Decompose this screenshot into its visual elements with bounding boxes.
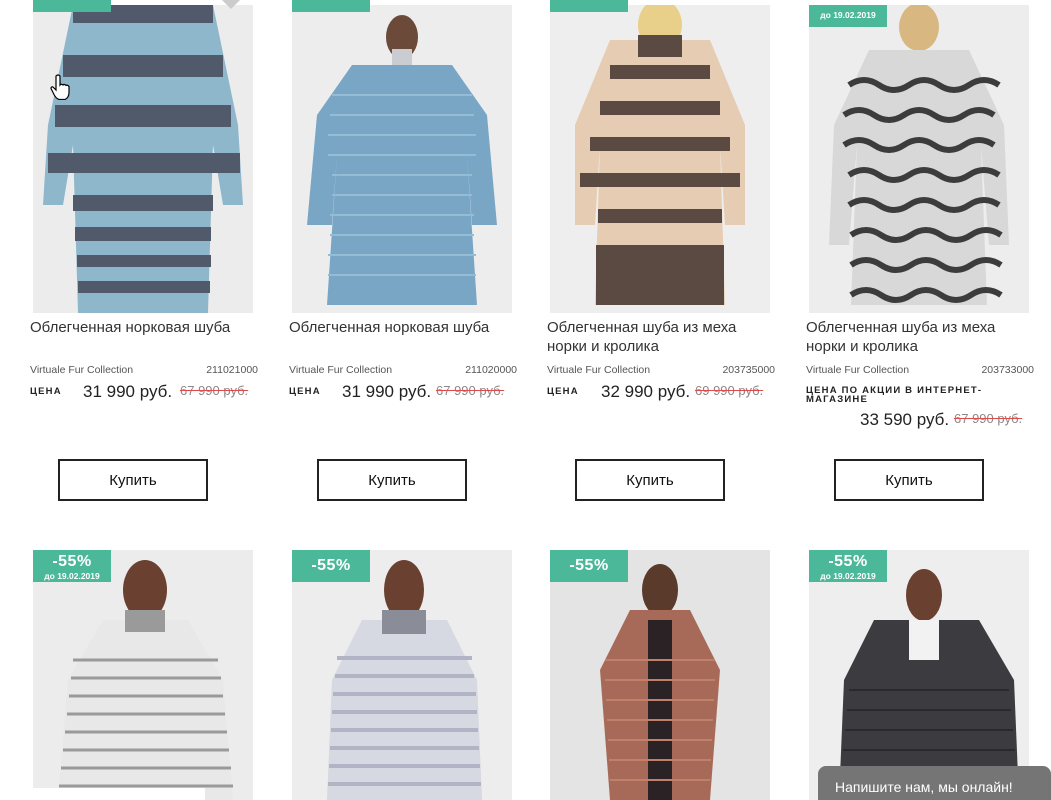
coat-image: [809, 550, 1029, 800]
product-price: 32 990 руб.: [601, 382, 691, 401]
price-label: ЦЕНА: [289, 386, 321, 397]
badge-percent: -55%: [828, 553, 868, 570]
hand-cursor-icon: [50, 74, 70, 100]
product-sku: 211021000: [206, 364, 258, 376]
product-title[interactable]: Облегченная норковая шуба: [30, 318, 260, 337]
badge-until-date: до 19.02.2019: [820, 571, 876, 581]
badge-percent: -55%: [311, 557, 351, 574]
product-photo[interactable]: [550, 5, 770, 313]
coat-image: [550, 5, 770, 313]
product-title[interactable]: Облегченная норковая шуба: [289, 318, 519, 337]
product-grid: Облегченная норковая шуба Virtuale Fur C…: [0, 0, 1051, 800]
product-brand: Virtuale Fur Collection: [289, 364, 393, 376]
product-sku: 211020000: [465, 364, 517, 376]
buy-button[interactable]: Купить: [834, 459, 984, 501]
product-photo[interactable]: [33, 5, 253, 313]
coat-image: [292, 550, 512, 800]
favorite-icon[interactable]: [220, 0, 242, 10]
badge-percent: -55%: [52, 553, 92, 570]
buy-button[interactable]: Купить: [317, 459, 467, 501]
product-sku: 203735000: [722, 364, 775, 376]
product-price: 33 590 руб.: [860, 410, 950, 429]
product-brand: Virtuale Fur Collection: [806, 364, 910, 376]
product-brand: Virtuale Fur Collection: [30, 364, 134, 376]
product-old-price: 67 990 руб.: [436, 383, 505, 398]
coat-image: [550, 550, 770, 800]
product-price: 31 990 руб.: [83, 382, 173, 401]
price-label: ЦЕНА: [30, 386, 62, 397]
product-old-price: 67 990 руб.: [954, 411, 1023, 426]
product-title[interactable]: Облегченная шуба из меха норки и кролика: [547, 318, 777, 356]
product-photo[interactable]: до 19.02.2019: [809, 5, 1029, 313]
product-photo[interactable]: -55% до 19.02.2019: [809, 550, 1029, 800]
product-photo[interactable]: -55%: [550, 550, 770, 800]
product-old-price: 69 990 руб.: [695, 383, 764, 398]
discount-badge: -55%: [550, 550, 628, 582]
coat-image: [33, 5, 253, 313]
badge-until-date: до 19.02.2019: [820, 10, 876, 20]
discount-badge: -55%: [550, 0, 628, 12]
product-photo[interactable]: -55%: [292, 550, 512, 800]
price-label: ЦЕНА: [547, 386, 579, 397]
product-photo[interactable]: [292, 5, 512, 313]
badge-until-date: до 19.02.2019: [44, 571, 100, 581]
product-price: 31 990 руб.: [342, 382, 432, 401]
product-brand: Virtuale Fur Collection: [547, 364, 651, 376]
discount-badge: -55% до 19.02.2019: [33, 550, 111, 582]
product-photo[interactable]: -55% до 19.02.2019: [33, 550, 253, 800]
coat-image: [809, 5, 1029, 313]
coat-image: [292, 5, 512, 313]
buy-button[interactable]: Купить: [575, 459, 725, 501]
overlay-strip: [33, 788, 205, 800]
chat-widget[interactable]: Напишите нам, мы онлайн!: [818, 766, 1051, 800]
discount-badge: -55%: [292, 0, 370, 12]
product-title[interactable]: Облегченная шуба из меха норки и кролика: [806, 318, 1036, 356]
discount-badge: до 19.02.2019: [809, 5, 887, 27]
discount-badge: -55%: [292, 550, 370, 582]
product-old-price: 67 990 руб.: [180, 383, 249, 398]
buy-button[interactable]: Купить: [58, 459, 208, 501]
product-sku: 203733000: [981, 364, 1034, 376]
price-label: ЦЕНА ПО АКЦИИ В ИНТЕРНЕТ-МАГАЗИНЕ: [806, 385, 983, 405]
coat-image: [33, 550, 253, 800]
discount-badge: -55% до 19.02.2019: [809, 550, 887, 582]
badge-percent: -55%: [569, 557, 609, 574]
discount-badge: -55%: [33, 0, 111, 12]
